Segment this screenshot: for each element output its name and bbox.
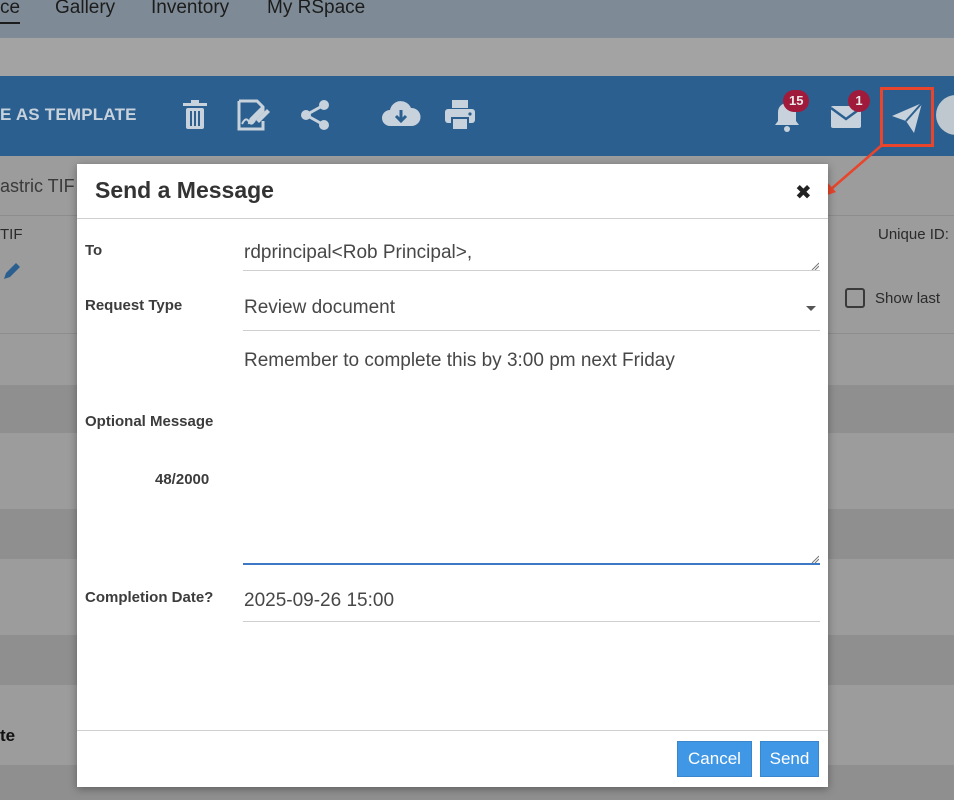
close-icon[interactable]: ✖ [795,180,812,205]
request-type-underline [243,330,820,331]
send-button[interactable]: Send [760,741,819,777]
top-navigation: ce Gallery Inventory My RSpace [0,0,954,38]
print-icon[interactable] [443,98,477,132]
breadcrumb: astric TIF [0,176,75,196]
paper-plane-icon [892,102,923,133]
completion-date-label: Completion Date? [85,589,214,606]
send-message-button[interactable] [880,87,934,147]
recipient-field[interactable]: rdprincipal<Rob Principal>, [244,242,472,264]
document-toolbar: E AS TEMPLATE 15 1 [0,76,954,156]
show-last-checkbox[interactable] [845,288,865,308]
dialog-title: Send a Message [95,177,274,203]
nav-spacer [0,38,954,76]
optional-message-underline [243,563,820,565]
show-last-label: Show last [875,289,941,307]
dialog-footer: Cancel Send [77,730,828,787]
to-label: To [85,242,103,259]
resize-handle-icon[interactable] [811,262,819,270]
tab-workspace[interactable]: ce [0,0,21,24]
messages-badge: 1 [848,90,870,112]
notifications-badge: 15 [783,90,810,112]
resize-handle-icon[interactable] [811,555,819,563]
tif-label: TIF [0,226,23,243]
completion-date-input[interactable]: 2025-09-26 15:00 [244,590,394,612]
cancel-button[interactable]: Cancel [677,741,752,777]
cloud-download-icon[interactable] [381,98,421,132]
background-field-label: te [0,726,16,745]
recipient-underline [243,270,820,271]
trash-icon[interactable] [178,98,212,132]
completion-date-underline [243,621,820,622]
show-last-toggle[interactable]: Show last [845,288,940,308]
optional-message-label: Optional Message [85,413,214,430]
optional-message-textarea[interactable]: Remember to complete this by 3:00 pm nex… [244,350,675,372]
request-type-label: Request Type [85,297,183,314]
unique-id-label: Unique ID: [878,226,949,243]
tab-inventory[interactable]: Inventory [151,0,229,19]
tab-gallery[interactable]: Gallery [55,0,115,19]
sign-icon[interactable] [236,98,270,132]
send-message-dialog: Send a Message ✖ To rdprincipal<Rob Prin… [77,164,828,787]
request-type-select[interactable]: Review document [244,297,395,319]
share-icon[interactable] [298,98,332,132]
chevron-down-icon[interactable] [805,305,817,313]
character-count: 48/2000 [155,471,210,488]
pencil-icon[interactable] [2,261,22,281]
dialog-header: Send a Message ✖ [77,164,828,219]
save-as-template-button[interactable]: E AS TEMPLATE [0,105,137,125]
tab-my-rspace[interactable]: My RSpace [267,0,365,19]
